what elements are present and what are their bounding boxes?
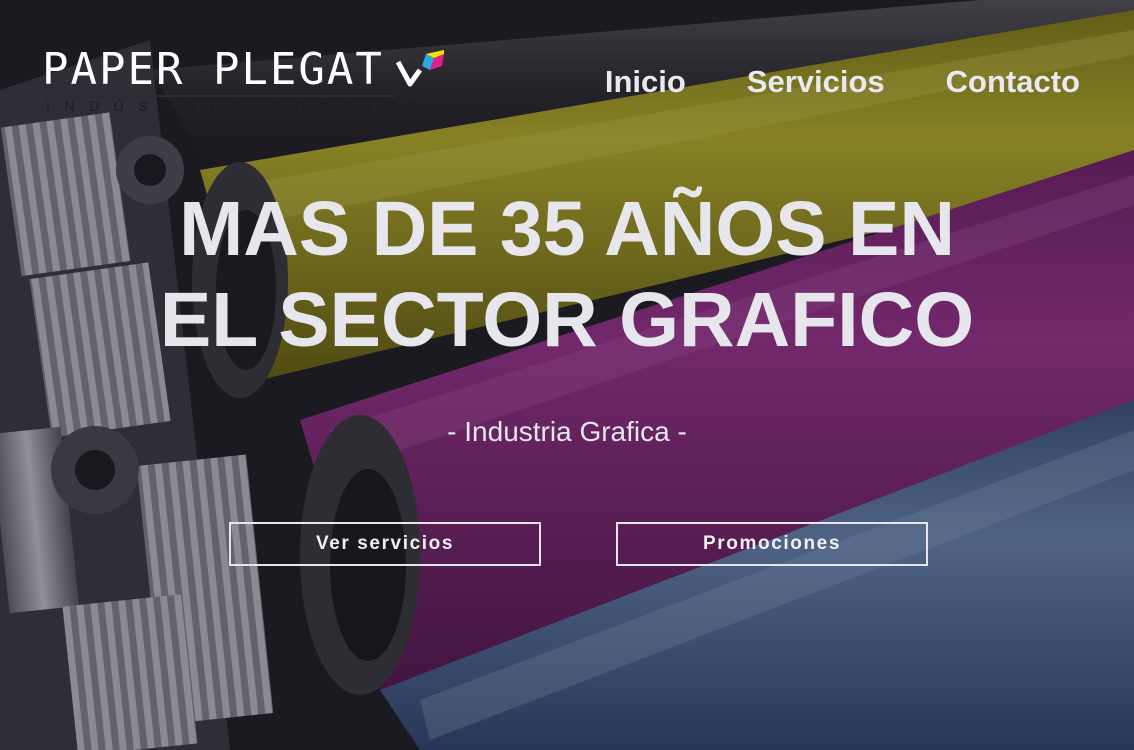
brand-name: PAPER PLEGAT [42, 44, 384, 95]
nav-link-servicios[interactable]: Servicios [747, 64, 885, 100]
folded-paper-icon [396, 50, 444, 87]
hero-section: PAPER PLEGAT INDÚSTRIA GRÀFICA Inicio Se… [0, 0, 1134, 750]
promotions-button[interactable]: Promociones [616, 522, 928, 566]
nav-link-inicio[interactable]: Inicio [605, 64, 686, 100]
hero-subtitle: - Industria Grafica - [447, 416, 687, 447]
brand-logo[interactable]: PAPER PLEGAT INDÚSTRIA GRÀFICA [42, 44, 452, 120]
hero-headline-line-2: EL SECTOR GRAFICO [159, 277, 975, 363]
brand-tagline: INDÚSTRIA GRÀFICA [46, 98, 434, 114]
view-services-button[interactable]: Ver servicios [229, 522, 541, 566]
hero-headline: MAS DE 35 AÑOS EN EL SECTOR GRAFICO [0, 184, 1134, 366]
main-nav: Inicio Servicios Contacto [605, 64, 1080, 100]
nav-link-contacto[interactable]: Contacto [946, 64, 1080, 100]
hero-headline-line-1: MAS DE 35 AÑOS EN [179, 186, 955, 272]
logo-divider [44, 95, 394, 97]
